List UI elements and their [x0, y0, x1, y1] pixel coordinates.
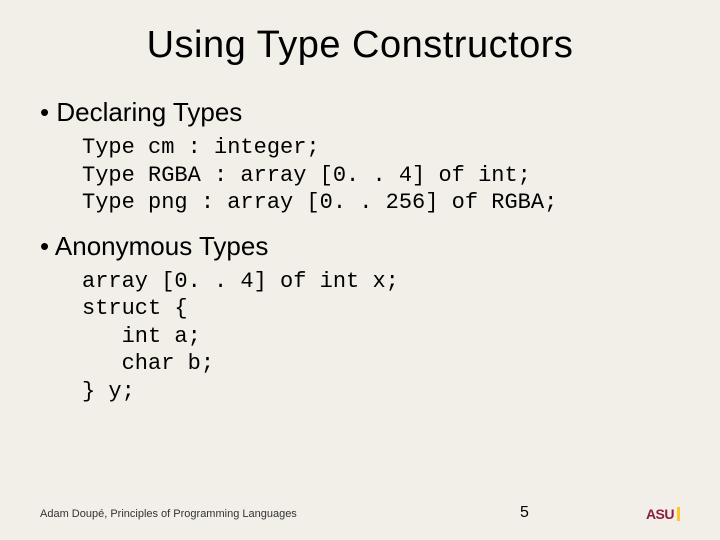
- asu-logo: ASU: [646, 506, 680, 522]
- bullet-anonymous-types: Anonymous Types: [40, 231, 680, 262]
- asu-logo-bar: [677, 507, 680, 521]
- code-declaring-types: Type cm : integer; Type RGBA : array [0.…: [82, 134, 680, 217]
- page-number: 5: [520, 504, 529, 522]
- code-anonymous-types: array [0. . 4] of int x; struct { int a;…: [82, 268, 680, 406]
- footer: Adam Doupé, Principles of Programming La…: [40, 506, 680, 522]
- slide-title: Using Type Constructors: [0, 0, 720, 77]
- slide-body: Declaring Types Type cm : integer; Type …: [0, 77, 720, 405]
- slide: Using Type Constructors Declaring Types …: [0, 0, 720, 540]
- footer-credit: Adam Doupé, Principles of Programming La…: [40, 508, 297, 520]
- bullet-declaring-types: Declaring Types: [40, 97, 680, 128]
- asu-logo-text: ASU: [646, 506, 674, 522]
